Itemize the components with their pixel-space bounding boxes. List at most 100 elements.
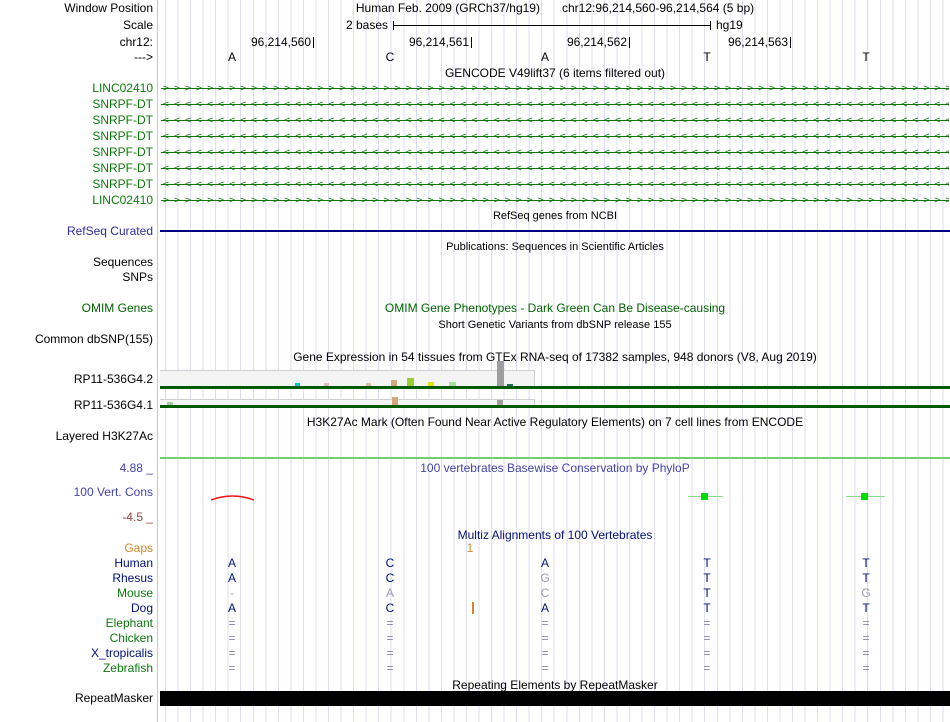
repeatmasker-label[interactable]: RepeatMasker: [0, 692, 153, 705]
multiz-base: T: [699, 572, 715, 585]
gencode-transcript[interactable]: <<<<<<<<<<<<<<<<<<<<<<<<<<<<<<<<<<<<<<<<…: [161, 178, 949, 191]
refseq-curated-label[interactable]: RefSeq Curated: [0, 225, 153, 238]
multiz-base: =: [224, 662, 240, 675]
coordinate-label: 96,214,561: [365, 36, 469, 49]
omim-track-title[interactable]: OMIM Gene Phenotypes - Dark Green Can Be…: [160, 302, 950, 315]
gtex-track-title[interactable]: Gene Expression in 54 tissues from GTEx …: [160, 351, 950, 364]
sequences-label[interactable]: Sequences: [0, 256, 153, 269]
multiz-species-label[interactable]: X_tropicalis: [0, 647, 153, 660]
multiz-base: T: [858, 557, 874, 570]
multiz-species-label[interactable]: Chicken: [0, 632, 153, 645]
gencode-item-label[interactable]: LINC02410: [0, 194, 153, 207]
phylop-track-label[interactable]: 100 Vert. Cons: [0, 486, 153, 499]
gencode-track-title[interactable]: GENCODE V49lift37 (6 items filtered out): [160, 67, 950, 80]
gtex-gene-label[interactable]: RP11-536G4.2: [0, 373, 153, 386]
strand-arrows-left: <<<<<<<<<<<<<<<<<<<<<<<<<<<<<<<<<<<<<<<<…: [163, 114, 949, 127]
gencode-transcript[interactable]: <<<<<<<<<<<<<<<<<<<<<<<<<<<<<<<<<<<<<<<<…: [161, 130, 949, 143]
multiz-base: =: [537, 632, 553, 645]
gencode-item-label[interactable]: SNRPF-DT: [0, 98, 153, 111]
multiz-base: =: [858, 632, 874, 645]
multiz-base: C: [537, 587, 553, 600]
multiz-gap-count: 1: [464, 542, 476, 555]
phylop-positive-square: [701, 493, 708, 500]
multiz-base: T: [858, 572, 874, 585]
base-letter: T: [699, 51, 715, 64]
gencode-transcript[interactable]: <<<<<<<<<<<<<<<<<<<<<<<<<<<<<<<<<<<<<<<<…: [161, 146, 949, 159]
multiz-gaps-label[interactable]: Gaps: [0, 542, 153, 555]
gencode-item-label[interactable]: SNRPF-DT: [0, 146, 153, 159]
strand-arrows-left: <<<<<<<<<<<<<<<<<<<<<<<<<<<<<<<<<<<<<<<<…: [163, 178, 949, 191]
genome-browser-image: Window Position Human Feb. 2009 (GRCh37/…: [0, 0, 950, 722]
repeatmasker-element-bar[interactable]: [160, 691, 950, 706]
scale-label: Scale: [0, 19, 153, 32]
gtex-gene-model-line[interactable]: [160, 386, 950, 389]
gencode-transcript[interactable]: <<<<<<<<<<<<<<<<<<<<<<<<<<<<<<<<<<<<<<<<…: [161, 114, 949, 127]
scale-bar-left-tick: [393, 21, 394, 30]
multiz-base: =: [382, 632, 398, 645]
coordinate-tick: [629, 37, 630, 48]
gencode-transcript[interactable]: <<<<<<<<<<<<<<<<<<<<<<<<<<<<<<<<<<<<<<<<…: [161, 162, 949, 175]
base-letter: T: [858, 51, 874, 64]
multiz-base: C: [382, 602, 398, 615]
multiz-species-label[interactable]: Elephant: [0, 617, 153, 630]
gtex-expression-bar: [497, 400, 503, 405]
multiz-base: =: [699, 647, 715, 660]
multiz-base: =: [858, 617, 874, 630]
gencode-transcript[interactable]: >>>>>>>>>>>>>>>>>>>>>>>>>>>>>>>>>>>>>>>>…: [161, 194, 949, 207]
gtex-expression-bar: [428, 382, 434, 386]
multiz-base: =: [537, 662, 553, 675]
base-letter: C: [382, 51, 398, 64]
multiz-base: A: [537, 602, 553, 615]
multiz-base: =: [224, 632, 240, 645]
strand-arrows-left: <<<<<<<<<<<<<<<<<<<<<<<<<<<<<<<<<<<<<<<<…: [163, 146, 949, 159]
refseq-track-title[interactable]: RefSeq genes from NCBI: [160, 210, 950, 223]
scale-bar: [393, 25, 710, 26]
gencode-item-label[interactable]: SNRPF-DT: [0, 162, 153, 175]
layered-h3k27ac-label[interactable]: Layered H3K27Ac: [0, 430, 153, 443]
h3k27ac-track-title[interactable]: H3K27Ac Mark (Often Found Near Active Re…: [160, 416, 950, 429]
scale-genome: hg19: [716, 19, 743, 32]
gencode-transcript[interactable]: >>>>>>>>>>>>>>>>>>>>>>>>>>>>>>>>>>>>>>>>…: [161, 82, 949, 95]
strand-arrows-right: >>>>>>>>>>>>>>>>>>>>>>>>>>>>>>>>>>>>>>>>…: [163, 194, 949, 207]
multiz-base: =: [382, 617, 398, 630]
omim-genes-label[interactable]: OMIM Genes: [0, 302, 153, 315]
multiz-species-label[interactable]: Rhesus: [0, 572, 153, 585]
gtex-gene-label[interactable]: RP11-536G4.1: [0, 399, 153, 412]
gtex-expression-bar: [366, 383, 371, 386]
strand-arrows-left: <<<<<<<<<<<<<<<<<<<<<<<<<<<<<<<<<<<<<<<<…: [163, 162, 949, 175]
dbsnp-track-title[interactable]: Short Genetic Variants from dbSNP releas…: [160, 319, 950, 332]
h3k27ac-signal-line: [160, 457, 950, 459]
multiz-base: T: [699, 557, 715, 570]
gencode-item-label[interactable]: SNRPF-DT: [0, 130, 153, 143]
phylop-max-label: 4.88 _: [0, 462, 153, 475]
refseq-curated-line[interactable]: [160, 230, 950, 232]
multiz-track-title[interactable]: Multiz Alignments of 100 Vertebrates: [160, 529, 950, 542]
multiz-species-label[interactable]: Human: [0, 557, 153, 570]
common-dbsnp-label[interactable]: Common dbSNP(155): [0, 333, 153, 346]
multiz-base: A: [224, 572, 240, 585]
gtex-gene-model-line[interactable]: [160, 405, 950, 408]
gtex-expression-bar: [497, 361, 504, 386]
gencode-item-label[interactable]: SNRPF-DT: [0, 178, 153, 191]
multiz-species-label[interactable]: Zebrafish: [0, 662, 153, 675]
multiz-base: -: [224, 587, 240, 600]
strand-arrows-right: >>>>>>>>>>>>>>>>>>>>>>>>>>>>>>>>>>>>>>>>…: [163, 82, 949, 95]
snps-label[interactable]: SNPs: [0, 271, 153, 284]
gtex-expression-bar: [324, 383, 329, 386]
header-titles: Human Feb. 2009 (GRCh37/hg19) chr12:96,2…: [160, 2, 950, 15]
gencode-item-label[interactable]: LINC02410: [0, 82, 153, 95]
multiz-base: T: [699, 587, 715, 600]
gtex-expression-bar: [295, 383, 300, 386]
multiz-species-label[interactable]: Dog: [0, 602, 153, 615]
multiz-base: G: [537, 572, 553, 585]
coordinate-label: 96,214,563: [684, 36, 788, 49]
gencode-item-label[interactable]: SNRPF-DT: [0, 114, 153, 127]
multiz-base: =: [699, 662, 715, 675]
gencode-transcript[interactable]: <<<<<<<<<<<<<<<<<<<<<<<<<<<<<<<<<<<<<<<<…: [161, 98, 949, 111]
multiz-species-label[interactable]: Mouse: [0, 587, 153, 600]
phylop-track-title[interactable]: 100 vertebrates Basewise Conservation by…: [160, 462, 950, 475]
gtex-expression-bar: [391, 380, 397, 386]
gtex-expression-bar: [167, 402, 173, 405]
scale-bar-right-tick: [710, 21, 711, 30]
publications-track-title[interactable]: Publications: Sequences in Scientific Ar…: [160, 241, 950, 254]
